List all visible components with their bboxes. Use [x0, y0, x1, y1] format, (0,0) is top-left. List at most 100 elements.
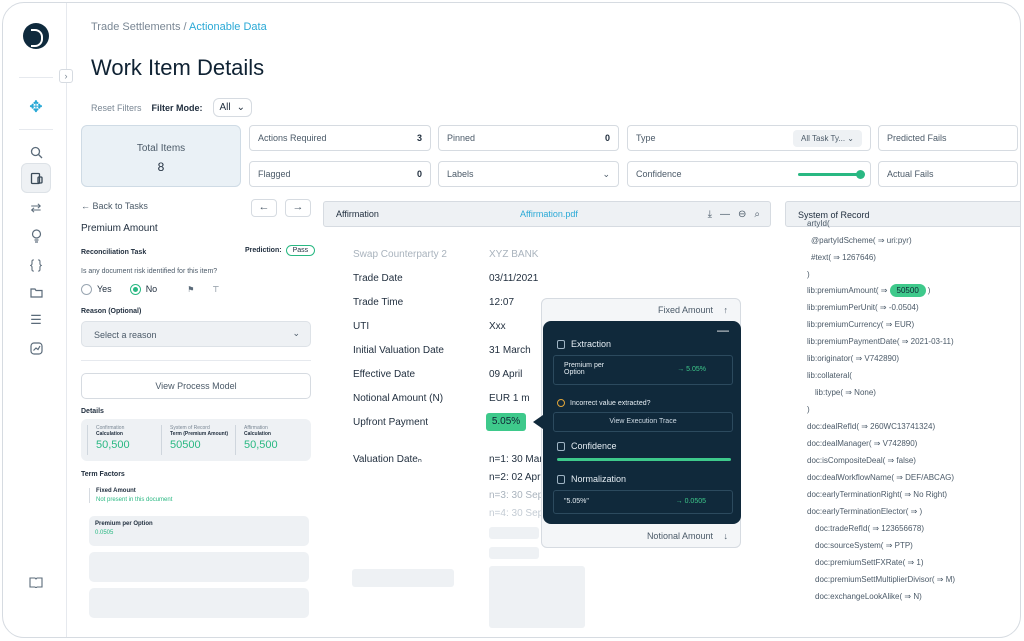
document-toolbar: Affirmation Affirmation.pdf ⤓ — ⊖ ⌕	[323, 201, 771, 227]
collapse-sidebar-button[interactable]: ›	[59, 69, 73, 83]
incorrect-value-prompt: Incorrect value extracted?	[557, 399, 651, 407]
radio-no[interactable]: No	[129, 284, 158, 296]
extraction-section: Extraction	[557, 339, 611, 349]
term-factor-placeholder	[89, 588, 309, 618]
confidence-slider[interactable]	[798, 169, 865, 179]
radio-no-label: No	[145, 284, 158, 294]
sor-line: lib:premiumCurrency( ⇒ EUR)	[807, 320, 915, 329]
detail-value: 50,500	[96, 439, 130, 451]
minimize-icon[interactable]: —	[717, 323, 729, 337]
total-items-card[interactable]: Total Items 8	[81, 125, 241, 187]
breadcrumb-parent[interactable]: Trade Settlements	[91, 21, 180, 33]
sor-highlight-value[interactable]: 50500	[889, 284, 926, 297]
doc-value: 03/11/2021	[489, 273, 539, 284]
confidence-title: Confidence	[571, 441, 617, 451]
logo	[23, 23, 49, 49]
pinned-filter[interactable]: Pinned 0	[438, 125, 619, 151]
sor-line: artyId(	[807, 219, 830, 228]
zoom-out-icon[interactable]: ⊖	[738, 209, 746, 220]
labels-label: Labels	[447, 169, 474, 179]
type-select[interactable]: All Task Ty... ⌄	[793, 129, 862, 147]
extraction-value: → 5.05%	[677, 366, 706, 373]
term-factor-value: 0.0505	[95, 530, 114, 536]
reset-filters-link[interactable]: Reset Filters	[91, 103, 142, 113]
actions-required-filter[interactable]: Actions Required 3	[249, 125, 431, 151]
flagged-filter[interactable]: Flagged 0	[249, 161, 431, 187]
pinned-label: Pinned	[447, 133, 476, 143]
lightbulb-icon[interactable]	[25, 225, 47, 247]
term-factors-label: Term Factors	[81, 471, 125, 478]
doc-placeholder	[489, 566, 585, 628]
valuation-value: n=3: 30 Sep	[489, 490, 544, 501]
previous-button[interactable]: ←	[251, 199, 277, 217]
back-to-tasks-link[interactable]: ← Back to Tasks	[81, 201, 148, 211]
chart-icon[interactable]	[25, 337, 47, 359]
arrow-left-icon: ←	[81, 201, 90, 211]
actions-required-label: Actions Required	[258, 133, 327, 143]
chevron-down-icon: ⌄	[602, 168, 610, 179]
filter-mode-select[interactable]: All ⌄	[212, 98, 253, 117]
download-icon[interactable]: ⤓	[708, 209, 712, 220]
pin-icon[interactable]: ⊤	[212, 285, 219, 294]
minus-icon[interactable]: —	[720, 209, 730, 220]
valuation-value: n=4: 30 Sep	[489, 508, 544, 519]
normalization-section: Normalization	[557, 474, 626, 484]
radio-yes[interactable]: Yes	[81, 284, 112, 296]
doc-value: EUR 1 m	[489, 393, 530, 404]
flag-icon[interactable]: ⚑	[187, 285, 194, 294]
sor-line: )	[807, 270, 810, 279]
code-icon[interactable]: { }	[25, 253, 47, 275]
popover-footer-label: Notional Amount	[646, 531, 713, 541]
app-window: ✥ ⇄ { } ☰ › Trade Settlements / Actionab…	[2, 2, 1021, 638]
clipboard-icon	[557, 474, 565, 484]
reason-select[interactable]: Select a reason ⌄	[81, 321, 311, 347]
list-icon[interactable]: ☰	[25, 309, 47, 331]
search-icon[interactable]: ⌕	[754, 209, 760, 220]
documents-icon[interactable]	[21, 163, 51, 193]
labels-filter[interactable]: Labels ⌄	[438, 161, 619, 187]
sor-line: doc:isCompositeDeal( ⇒ false)	[807, 456, 916, 465]
type-select-value: All Task Ty...	[801, 133, 846, 143]
actions-required-count: 3	[416, 133, 422, 143]
view-execution-trace-button[interactable]: View Execution Trace	[553, 412, 733, 432]
predicted-fails-filter[interactable]: Predicted Fails	[878, 125, 1018, 151]
doc-placeholder	[489, 547, 539, 559]
folder-icon[interactable]	[25, 281, 47, 303]
sor-line: doc:dealManager( ⇒ V742890)	[807, 439, 918, 448]
detail-type: Calculation	[244, 431, 271, 437]
book-icon[interactable]	[25, 571, 47, 593]
reason-placeholder: Select a reason	[94, 330, 157, 340]
doc-label: Trade Date	[353, 273, 403, 284]
term-factor-fixed-amount[interactable]: Fixed Amount Not present in this documen…	[89, 488, 172, 503]
sor-line-premium-amount: lib:premiumAmount( ⇒ 50500)	[807, 284, 931, 297]
search-icon[interactable]	[25, 141, 47, 163]
popover-header[interactable]: Fixed Amount ↑	[658, 305, 728, 315]
term-factor-premium-per-option[interactable]: Premium per Option 0.0505	[89, 516, 309, 546]
doc-value: 31 March	[489, 345, 531, 356]
divider	[19, 77, 53, 78]
type-filter[interactable]: Type All Task Ty... ⌄	[627, 125, 871, 151]
detail-value: 50,500	[244, 439, 278, 451]
filter-mode-value: All	[219, 102, 231, 113]
doc-value: 09 April	[489, 369, 523, 380]
move-icon[interactable]: ✥	[25, 96, 47, 118]
sor-line: doc:tradeRefId( ⇒ 123656678)	[815, 524, 924, 533]
popover-footer[interactable]: Notional Amount ↓	[647, 531, 728, 541]
actual-fails-label: Actual Fails	[887, 169, 934, 179]
doc-value: XYZ BANK	[489, 249, 539, 260]
prediction-badge: Pass	[285, 245, 316, 256]
flow-icon[interactable]: ⇄	[25, 197, 47, 219]
divider	[19, 129, 53, 130]
sor-tail: )	[927, 286, 931, 295]
actual-fails-filter[interactable]: Actual Fails	[878, 161, 1018, 187]
doc-value: Xxx	[489, 321, 506, 332]
breadcrumb-current[interactable]: Actionable Data	[189, 21, 267, 33]
prediction-label: Prediction:	[245, 247, 282, 254]
document-file-link[interactable]: Affirmation.pdf	[520, 209, 578, 219]
normalization-value: → 0.0505	[675, 498, 706, 505]
next-button[interactable]: →	[285, 199, 311, 217]
term-factor-title: Premium per Option	[95, 521, 153, 527]
upfront-payment-highlight[interactable]: 5.05%	[486, 413, 526, 431]
chevron-down-icon: ⌄	[292, 328, 300, 338]
view-process-model-button[interactable]: View Process Model	[81, 373, 311, 399]
